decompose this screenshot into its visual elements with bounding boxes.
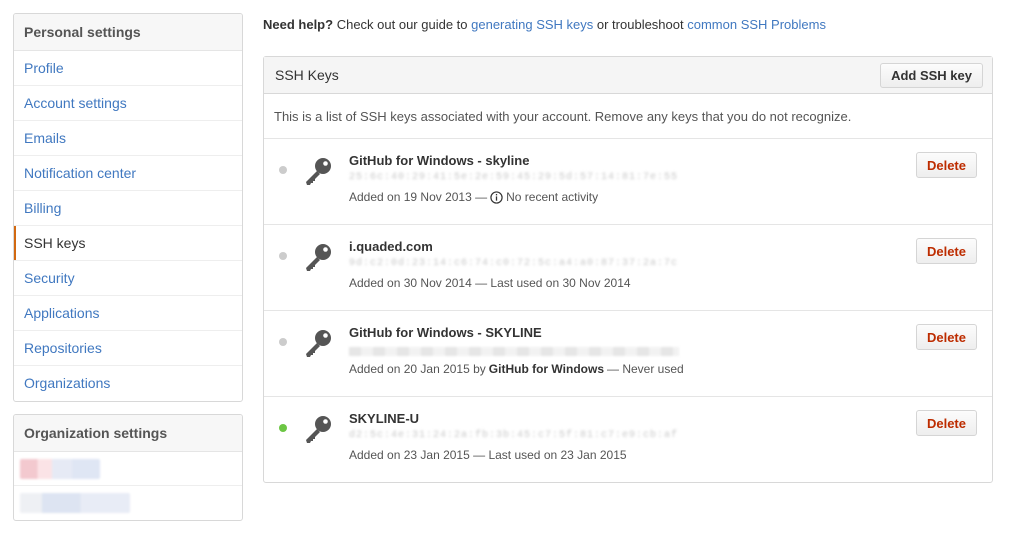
key-icon [306, 330, 331, 357]
organization-avatar-redacted [20, 493, 130, 513]
sidebar-item-billing[interactable]: Billing [14, 191, 242, 226]
sidebar-item-organizations[interactable]: Organizations [14, 366, 242, 401]
key-meta: Added on 19 Nov 2013 — No recent activit… [349, 190, 598, 204]
settings-sidebar: Personal settings Profile Account settin… [13, 13, 243, 533]
organization-item[interactable] [14, 486, 242, 520]
delete-key-button[interactable]: Delete [915, 152, 977, 178]
organization-settings-menu: Organization settings [13, 414, 243, 521]
delete-key-button[interactable]: Delete [915, 324, 977, 350]
help-lead: Need help? [263, 17, 334, 32]
delete-key-button[interactable]: Delete [915, 410, 977, 436]
key-fingerprint: 25:6c:40:29:41:5e:2e:59:45:29:5d:57:14:8… [349, 172, 679, 183]
key-fingerprint-redacted [349, 347, 679, 356]
sidebar-item-applications[interactable]: Applications [14, 296, 242, 331]
key-usage: — Never used [607, 362, 684, 376]
key-meta: Added on 30 Nov 2014 — Last used on 30 N… [349, 276, 631, 290]
organization-item[interactable] [14, 452, 242, 486]
sidebar-item-security[interactable]: Security [14, 261, 242, 296]
key-added-date: Added on 30 Nov 2014 — Last used on 30 N… [349, 276, 631, 290]
key-fingerprint: 9d:c2:0d:23:14:c6:74:c0:72:5c:a4:a0:87:3… [349, 258, 679, 269]
key-added-by: GitHub for Windows [488, 362, 604, 376]
key-status-dot [279, 252, 287, 260]
info-icon [490, 190, 503, 204]
organization-avatar-redacted [20, 459, 100, 479]
personal-settings-heading: Personal settings [14, 14, 242, 51]
key-status-dot [279, 166, 287, 174]
ssh-keys-description: This is a list of SSH keys associated wi… [264, 94, 992, 139]
key-title: GitHub for Windows - skyline [349, 153, 530, 168]
sidebar-item-ssh-keys[interactable]: SSH keys [14, 226, 242, 261]
key-added-date: Added on 19 Nov 2013 — [349, 190, 488, 204]
organization-settings-heading: Organization settings [14, 415, 242, 452]
key-status-dot-active [279, 424, 287, 432]
ssh-keys-box: SSH Keys Add SSH key This is a list of S… [263, 56, 993, 483]
key-icon [306, 158, 331, 185]
key-status-dot [279, 338, 287, 346]
key-meta: Added on 20 Jan 2015 by GitHub for Windo… [349, 362, 684, 376]
key-usage: No recent activity [506, 190, 599, 204]
key-title: i.quaded.com [349, 239, 433, 254]
ssh-keys-page: Need help? Check out our guide to genera… [263, 13, 993, 483]
key-icon [306, 244, 331, 271]
delete-key-button[interactable]: Delete [915, 238, 977, 264]
ssh-key-row: GitHub for Windows - SKYLINE Added on 20… [264, 311, 992, 397]
personal-settings-menu: Personal settings Profile Account settin… [13, 13, 243, 402]
key-added-date: Added on 23 Jan 2015 — Last used on 23 J… [349, 448, 627, 462]
sidebar-item-repositories[interactable]: Repositories [14, 331, 242, 366]
sidebar-item-profile[interactable]: Profile [14, 51, 242, 86]
ssh-key-row: i.quaded.com 9d:c2:0d:23:14:c6:74:c0:72:… [264, 225, 992, 311]
key-icon [306, 416, 331, 443]
generating-ssh-keys-link[interactable]: generating SSH keys [471, 17, 593, 32]
key-meta: Added on 23 Jan 2015 — Last used on 23 J… [349, 448, 627, 462]
help-text-2: or troubleshoot [596, 17, 684, 32]
sidebar-item-emails[interactable]: Emails [14, 121, 242, 156]
help-text-1: Check out our guide to [336, 17, 468, 32]
add-ssh-key-button[interactable]: Add SSH key [880, 63, 983, 88]
sidebar-item-account-settings[interactable]: Account settings [14, 86, 242, 121]
key-added-date: Added on 20 Jan 2015 by [349, 362, 486, 376]
sidebar-item-notification-center[interactable]: Notification center [14, 156, 242, 191]
key-fingerprint: d2:5c:4e:31:24:2a:fb:3b:45:c7:5f:81:c7:e… [349, 430, 679, 441]
ssh-key-row: GitHub for Windows - skyline 25:6c:40:29… [264, 139, 992, 225]
key-title: SKYLINE-U [349, 411, 420, 426]
ssh-keys-title: SSH Keys [275, 67, 339, 83]
ssh-key-row: SKYLINE-U d2:5c:4e:31:24:2a:fb:3b:45:c7:… [264, 397, 992, 482]
ssh-keys-header: SSH Keys Add SSH key [264, 57, 992, 94]
common-ssh-problems-link[interactable]: common SSH Problems [687, 17, 826, 32]
help-text: Need help? Check out our guide to genera… [263, 13, 993, 43]
key-title: GitHub for Windows - SKYLINE [349, 325, 542, 340]
